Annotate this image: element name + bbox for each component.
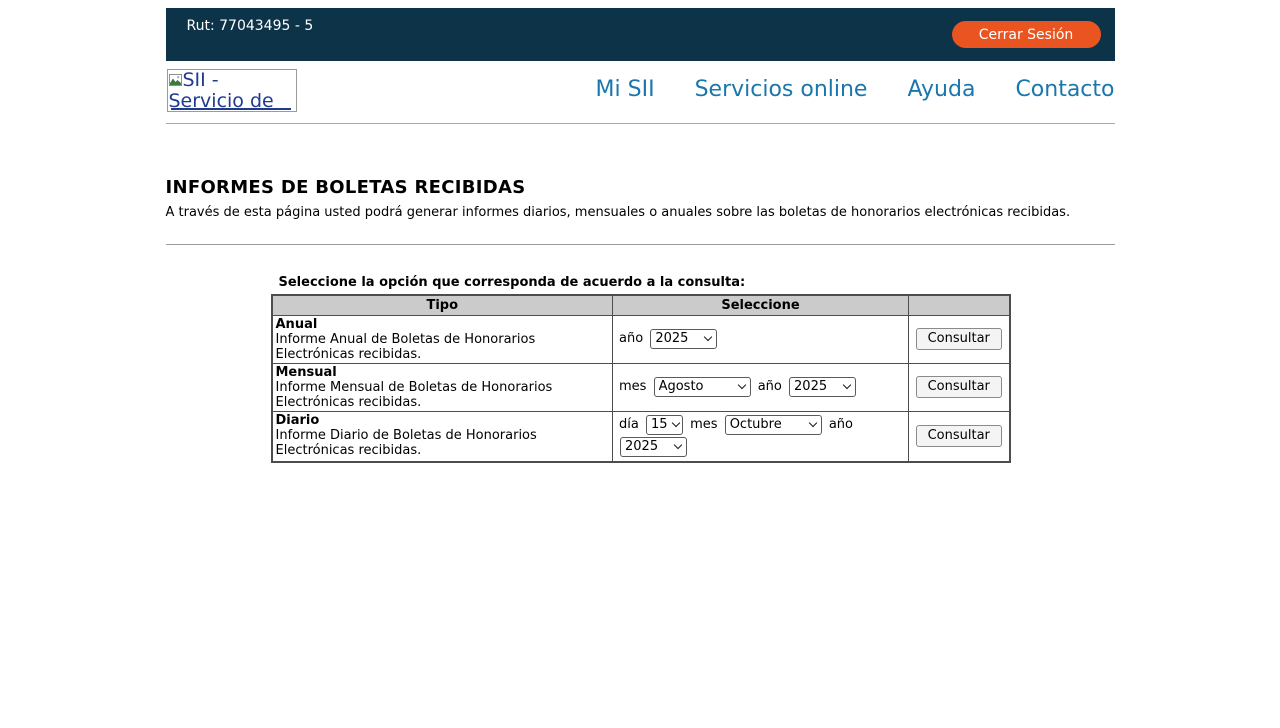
diario-year-select[interactable]: 2025 — [620, 437, 687, 457]
table-row-anual: Anual Informe Anual de Boletas de Honora… — [272, 315, 1010, 363]
page-description: A través de esta página usted podrá gene… — [166, 205, 1115, 220]
logo-underline — [171, 108, 291, 110]
nav-contacto[interactable]: Contacto — [1015, 77, 1114, 102]
anual-description: Informe Anual de Boletas de Honorarios E… — [276, 332, 536, 362]
mensual-description: Informe Mensual de Boletas de Honorarios… — [276, 380, 553, 410]
diario-day-select[interactable]: 15 — [646, 415, 683, 435]
page: Rut: 77043495 - 5 Cerrar Sesión SII - Se… — [166, 8, 1115, 463]
main-nav: Mi SII Servicios online Ayuda Contacto — [596, 77, 1115, 102]
diario-type-label: Diario — [276, 413, 610, 428]
column-header-tipo: Tipo — [272, 295, 613, 315]
mensual-type-label: Mensual — [276, 365, 610, 380]
anual-year-label: año — [619, 331, 643, 346]
table-row-diario: Diario Informe Diario de Boletas de Hono… — [272, 411, 1010, 462]
mensual-month-select-wrap: Agosto — [654, 376, 751, 398]
header: SII - Servicio de Mi SII Servicios onlin… — [166, 61, 1115, 124]
report-options-table: Tipo Seleccione Anual Informe Anual de B… — [271, 294, 1011, 463]
form-area: Seleccione la opción que corresponda de … — [271, 275, 1115, 463]
sii-logo-link[interactable]: SII - Servicio de — [167, 69, 297, 112]
table-row-mensual: Mensual Informe Mensual de Boletas de Ho… — [272, 363, 1010, 411]
diario-day-label: día — [619, 417, 639, 432]
diario-day-select-wrap: 15 — [646, 414, 683, 436]
main-content: INFORMES DE BOLETAS RECIBIDAS A través d… — [166, 177, 1115, 463]
anual-year-select[interactable]: 2025 — [650, 329, 717, 349]
diario-month-select-wrap: Octubre — [725, 414, 822, 436]
column-header-action — [909, 295, 1010, 315]
logout-button[interactable]: Cerrar Sesión — [952, 21, 1101, 48]
nav-servicios-online[interactable]: Servicios online — [695, 77, 868, 102]
form-instruction: Seleccione la opción que corresponda de … — [279, 275, 1115, 290]
mensual-year-select[interactable]: 2025 — [789, 377, 856, 397]
mensual-consultar-button[interactable]: Consultar — [916, 376, 1002, 398]
nav-mi-sii[interactable]: Mi SII — [596, 77, 655, 102]
nav-ayuda[interactable]: Ayuda — [907, 77, 975, 102]
mensual-month-select[interactable]: Agosto — [654, 377, 751, 397]
logo-alt-text: SII - Servicio de — [169, 69, 274, 112]
mensual-year-select-wrap: 2025 — [789, 376, 856, 398]
diario-month-label: mes — [690, 417, 717, 432]
horizontal-divider — [166, 244, 1115, 245]
anual-year-select-wrap: 2025 — [650, 328, 717, 350]
diario-consultar-button[interactable]: Consultar — [916, 425, 1002, 447]
diario-year-select-wrap: 2025 — [620, 436, 687, 458]
broken-image-icon — [169, 70, 182, 91]
column-header-seleccione: Seleccione — [613, 295, 909, 315]
page-title: INFORMES DE BOLETAS RECIBIDAS — [166, 177, 1115, 198]
rut-label: Rut: 77043495 - 5 — [187, 18, 314, 34]
diario-month-select[interactable]: Octubre — [725, 415, 822, 435]
mensual-month-label: mes — [619, 379, 646, 394]
anual-type-label: Anual — [276, 317, 610, 332]
anual-consultar-button[interactable]: Consultar — [916, 328, 1002, 350]
table-header-row: Tipo Seleccione — [272, 295, 1010, 315]
diario-description: Informe Diario de Boletas de Honorarios … — [276, 428, 537, 458]
topbar: Rut: 77043495 - 5 Cerrar Sesión — [166, 8, 1115, 61]
mensual-year-label: año — [758, 379, 782, 394]
diario-year-label: año — [829, 417, 853, 432]
